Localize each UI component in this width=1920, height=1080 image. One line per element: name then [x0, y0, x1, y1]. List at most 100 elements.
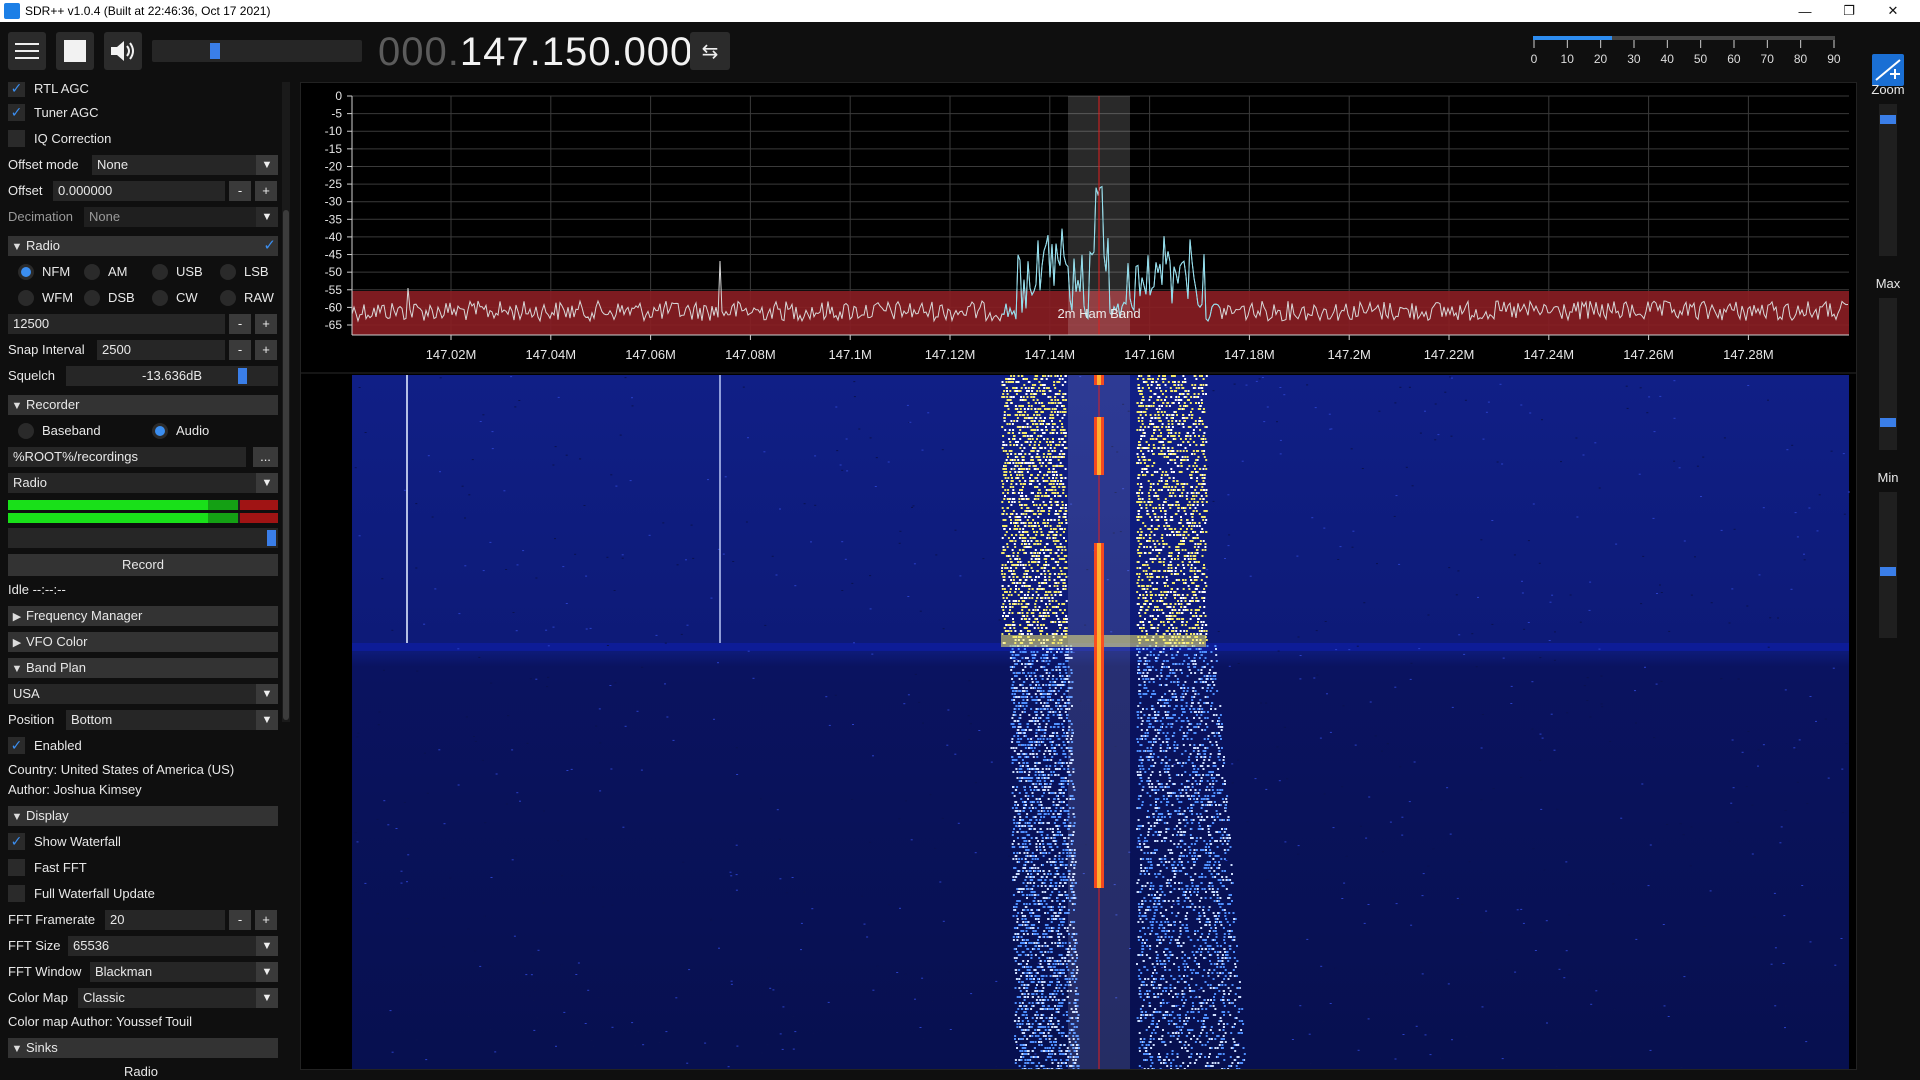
- fft-waterfall-canvas[interactable]: 2m Ham Band 0-5-10-15-20-25-30-35-40-45-…: [301, 83, 1856, 1070]
- framerate-increment-button[interactable]: +: [255, 910, 277, 930]
- mode-am-radio[interactable]: AM: [84, 262, 128, 282]
- frequency-manager-header[interactable]: ▶ Frequency Manager: [8, 606, 278, 626]
- bandwidth-increment-button[interactable]: +: [255, 314, 277, 334]
- framerate-decrement-button[interactable]: -: [229, 910, 251, 930]
- waterfall-speck: [785, 892, 788, 894]
- radio-unselected-icon[interactable]: [220, 289, 236, 306]
- radio-selected-icon[interactable]: [18, 263, 34, 280]
- sinks-header[interactable]: ▼ Sinks: [8, 1038, 278, 1058]
- minimize-button[interactable]: —: [1783, 0, 1827, 22]
- menu-button[interactable]: [8, 32, 46, 70]
- offset-decrement-button[interactable]: -: [229, 181, 251, 201]
- waterfall-speck: [1586, 677, 1589, 679]
- radio-header[interactable]: ▼ Radio ✓: [8, 236, 278, 256]
- close-button[interactable]: ✕: [1871, 0, 1915, 22]
- browse-button[interactable]: ...: [253, 447, 278, 467]
- mode-usb-radio[interactable]: USB: [152, 262, 203, 282]
- radio-unselected-icon[interactable]: [152, 289, 168, 306]
- iq-correction-checkbox[interactable]: IQ Correction: [8, 129, 111, 149]
- mode-dsb-radio[interactable]: DSB: [84, 288, 135, 308]
- show-waterfall-checkbox[interactable]: ✓ Show Waterfall: [8, 832, 121, 852]
- waterfall-speck: [391, 629, 394, 631]
- fft-window-select[interactable]: Blackman ▼: [90, 962, 278, 982]
- frequency-digits[interactable]: 147.150.000: [460, 30, 693, 74]
- waterfall-signal-pixel: [1151, 693, 1154, 695]
- bandwidth-input[interactable]: 12500: [8, 314, 225, 334]
- fft-size-select[interactable]: 65536 ▼: [68, 936, 278, 956]
- checkbox-empty-icon[interactable]: [8, 859, 25, 877]
- rtl-agc-checkbox[interactable]: ✓ RTL AGC: [8, 82, 89, 99]
- waterfall-signal-pixel: [1028, 444, 1031, 446]
- stop-button[interactable]: [56, 32, 94, 70]
- waterfall-speck: [1424, 410, 1426, 412]
- frequency-display[interactable]: 000.147.150.000: [378, 30, 693, 74]
- band-plan-select[interactable]: USA ▼: [8, 684, 278, 704]
- recording-path-input[interactable]: %ROOT%/recordings: [8, 447, 246, 467]
- snap-increment-button[interactable]: +: [255, 340, 277, 360]
- recording-source-select[interactable]: Radio ▼: [8, 473, 278, 493]
- tuner-agc-checkbox[interactable]: ✓ Tuner AGC: [8, 103, 99, 123]
- fft-framerate-input[interactable]: 20: [105, 910, 225, 930]
- offset-increment-button[interactable]: +: [255, 181, 277, 201]
- baseband-radio[interactable]: Baseband: [18, 421, 101, 441]
- squelch-slider[interactable]: -13.636dB: [66, 366, 278, 386]
- band-plan-enabled-checkbox[interactable]: ✓ Enabled: [8, 736, 82, 756]
- radio-unselected-icon[interactable]: [18, 422, 34, 439]
- waterfall-signal-pixel: [1199, 651, 1202, 653]
- position-select[interactable]: Bottom ▼: [66, 710, 278, 730]
- radio-unselected-icon[interactable]: [18, 289, 34, 306]
- mode-nfm-radio[interactable]: NFM: [18, 262, 70, 282]
- squelch-slider-grab[interactable]: [238, 368, 247, 384]
- sidebar-scrollbar-thumb[interactable]: [283, 210, 289, 720]
- bandwidth-decrement-button[interactable]: -: [229, 314, 251, 334]
- fast-fft-checkbox[interactable]: Fast FFT: [8, 858, 87, 878]
- color-map-select[interactable]: Classic ▼: [78, 988, 278, 1008]
- vfo-color-header[interactable]: ▶ VFO Color: [8, 632, 278, 652]
- band-plan-header[interactable]: ▼ Band Plan: [8, 658, 278, 678]
- checkbox-checked-icon[interactable]: ✓: [8, 833, 25, 851]
- mode-cw-radio[interactable]: CW: [152, 288, 198, 308]
- volume-slider-grab[interactable]: [210, 43, 220, 59]
- snap-decrement-button[interactable]: -: [229, 340, 251, 360]
- swap-icon[interactable]: ⇆: [690, 32, 730, 70]
- waterfall-speck: [442, 946, 445, 948]
- offset-mode-select[interactable]: None ▼: [92, 155, 278, 175]
- mode-raw-radio[interactable]: RAW: [220, 288, 274, 308]
- radio-unselected-icon[interactable]: [152, 263, 168, 280]
- radio-unselected-icon[interactable]: [84, 263, 100, 280]
- radio-selected-icon[interactable]: [152, 422, 168, 439]
- snap-interval-input[interactable]: 2500: [97, 340, 225, 360]
- offset-input[interactable]: 0.000000: [53, 181, 225, 201]
- checkbox-checked-icon[interactable]: ✓: [8, 737, 25, 755]
- checkbox-empty-icon[interactable]: [8, 130, 25, 148]
- waterfall-signal-pixel: [1170, 558, 1173, 560]
- maximize-button[interactable]: ❐: [1827, 0, 1871, 22]
- audio-radio[interactable]: Audio: [152, 421, 209, 441]
- waterfall-signal-pixel: [1036, 660, 1039, 662]
- radio-enabled-check-icon[interactable]: ✓: [263, 236, 276, 256]
- mode-wfm-radio[interactable]: WFM: [18, 288, 73, 308]
- decimation-select[interactable]: None ▼: [84, 207, 278, 227]
- record-button[interactable]: Record: [8, 554, 278, 576]
- waterfall-signal-pixel: [1153, 543, 1156, 545]
- checkbox-checked-icon[interactable]: ✓: [8, 82, 25, 98]
- recorder-header[interactable]: ▼ Recorder: [8, 395, 278, 415]
- waterfall-signal-pixel: [1194, 624, 1197, 626]
- fft-waterfall-view[interactable]: 2m Ham Band 0 -5 -10 -15 -20 -25 -30 -35 -40 -45-…: [300, 82, 1857, 1070]
- waterfall-signal-pixel: [1062, 531, 1065, 533]
- waterfall[interactable]: [352, 375, 1850, 1070]
- display-header[interactable]: ▼ Display: [8, 806, 278, 826]
- mode-lsb-radio[interactable]: LSB: [220, 262, 269, 282]
- fft-spectrum-plot[interactable]: 2m Ham Band 0-5-10-15-20-25-30-35-40-45-…: [325, 89, 1849, 362]
- checkbox-checked-icon[interactable]: ✓: [8, 104, 25, 122]
- radio-unselected-icon[interactable]: [84, 289, 100, 306]
- waterfall-signal-pixel: [1013, 702, 1016, 704]
- recorder-volume-slider[interactable]: [8, 528, 278, 548]
- full-waterfall-checkbox[interactable]: Full Waterfall Update: [8, 884, 155, 904]
- recorder-volume-grab[interactable]: [267, 530, 276, 546]
- radio-unselected-icon[interactable]: [220, 263, 236, 280]
- mute-button[interactable]: [104, 32, 142, 70]
- checkbox-empty-icon[interactable]: [8, 885, 25, 903]
- frequency-leading-digits[interactable]: 000.: [378, 30, 460, 74]
- volume-slider[interactable]: [152, 40, 362, 62]
